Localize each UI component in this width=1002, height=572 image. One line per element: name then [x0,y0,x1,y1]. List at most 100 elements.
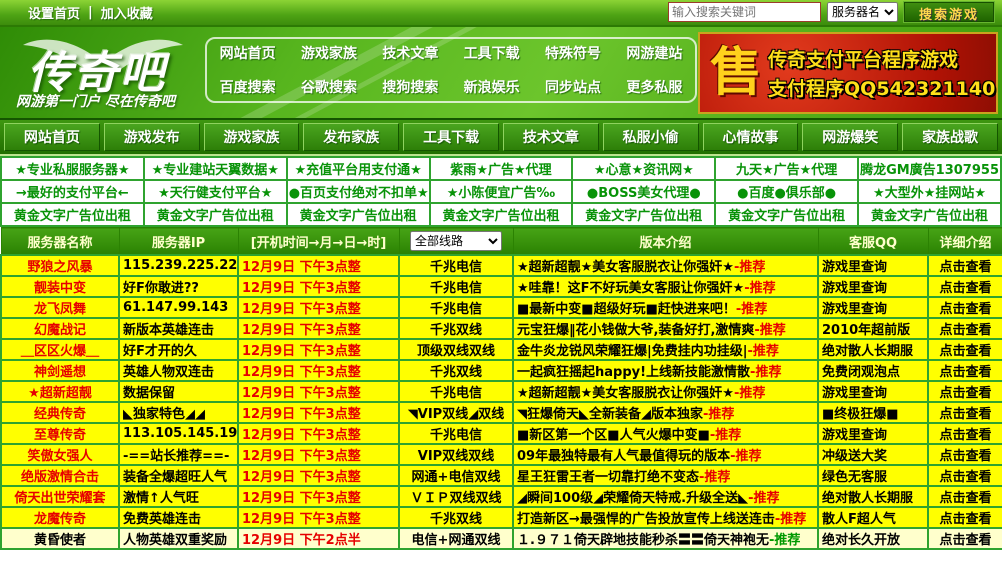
ad-link-cell[interactable]: 黄金文字广告位出租 [715,203,858,226]
main-nav-item[interactable]: 网站首页 [4,123,100,151]
server-name-link[interactable]: 幻魔战记 [1,318,119,339]
main-nav-item[interactable]: 家族战歌 [902,123,998,151]
ad-link-cell[interactable]: →最好的支付平台← [1,180,144,203]
main-nav-item[interactable]: 技术文章 [503,123,599,151]
header-nav-link[interactable]: 百度搜索 [207,77,288,97]
header-nav-link[interactable]: 网站首页 [207,43,288,63]
main-nav-item[interactable]: 游戏发布 [104,123,200,151]
main-nav-item[interactable]: 心情故事 [703,123,799,151]
ad-link-cell[interactable]: ★大型外★挂网站★ [858,180,1001,203]
main-nav-item[interactable]: 发布家族 [303,123,399,151]
detail-link[interactable]: 点击查看 [928,360,1002,381]
detail-link[interactable]: 点击查看 [928,444,1002,465]
version-desc-link[interactable]: 星王狂雷王者一切靠打绝不变态-推荐 [513,465,818,486]
open-time: 12月9日 下午2点半 [238,528,399,549]
header-nav-link[interactable]: 特殊符号 [532,43,613,63]
header-nav-link[interactable]: 搜狗搜索 [370,77,451,97]
ad-link-cell[interactable]: 九天★广告★代理 [715,157,858,180]
detail-link[interactable]: 点击查看 [928,465,1002,486]
main-nav-item[interactable]: 游戏家族 [204,123,300,151]
server-ip: -==站长推荐==- [119,444,238,465]
ad-link-cell[interactable]: 黄金文字广告位出租 [858,203,1001,226]
ad-link-cell[interactable]: ★小陈便宜广告‰ [430,180,573,203]
server-name-link[interactable]: ＿区区火爆＿ [1,339,119,360]
version-desc-link[interactable]: １.９７１倚天辟地技能秒杀〓〓倚天神袍无-推荐 [513,528,818,549]
payment-ad-banner[interactable]: 售 传奇支付平台程序游戏 支付程序QQ542321140 [698,32,998,114]
server-name-link[interactable]: 龙飞凤舞 [1,297,119,318]
line-filter-select[interactable]: 全部线路 [410,231,502,251]
ad-link-cell[interactable]: 黄金文字广告位出租 [287,203,430,226]
header-nav-link[interactable]: 技术文章 [370,43,451,63]
detail-link[interactable]: 点击查看 [928,276,1002,297]
ad-link-cell[interactable]: ★专业私服服务器★ [1,157,144,180]
main-nav-item[interactable]: 网游爆笑 [802,123,898,151]
detail-link[interactable]: 点击查看 [928,423,1002,444]
version-desc-link[interactable]: ■新区第一个区■人气火爆中变■-推荐 [513,423,818,444]
ad-link-cell[interactable]: 紫雨★广告★代理 [430,157,573,180]
ad-grid-row: →最好的支付平台←★天行健支付平台★●百页支付绝对不扣单★★小陈便宜广告‰●BO… [1,180,1001,203]
version-desc-link[interactable]: 金牛炎龙锐风荣耀狂爆|免费挂内功挂级|-推荐 [513,339,818,360]
recommend-tag: -推荐 [699,470,730,485]
server-name-link[interactable]: 经典传奇 [1,402,119,423]
header-nav-link[interactable]: 更多私服 [614,77,695,97]
detail-link[interactable]: 点击查看 [928,381,1002,402]
main-nav-item[interactable]: 私服小偷 [603,123,699,151]
server-name-link[interactable]: 靓装中变 [1,276,119,297]
ad-link-cell[interactable]: 黄金文字广告位出租 [430,203,573,226]
server-name-link[interactable]: ★超新超靓 [1,381,119,402]
ad-link-cell[interactable]: 黄金文字广告位出租 [572,203,715,226]
header-nav-link[interactable]: 谷歌搜索 [288,77,369,97]
detail-link[interactable]: 点击查看 [928,318,1002,339]
ad-link-cell[interactable]: ★天行健支付平台★ [144,180,287,203]
ad-link-cell[interactable]: ●百页支付绝对不扣单★ [287,180,430,203]
search-game-button[interactable]: 搜索游戏 [904,2,994,22]
header-nav-link[interactable]: 游戏家族 [288,43,369,63]
server-name-link[interactable]: 黄昏使者 [1,528,119,549]
ad-link-cell[interactable]: 腾龙GM廣告130795554 [858,157,1001,180]
add-favorite-link[interactable]: 加入收藏 [101,3,153,22]
server-name-link[interactable]: 倚天出世荣耀套 [1,486,119,507]
ad-link-cell[interactable]: ★充值平台用支付通★ [287,157,430,180]
ad-link-cell[interactable]: ★心意★资讯网★ [572,157,715,180]
ad-link-cell[interactable]: ●BOSS美女代理● [572,180,715,203]
version-desc-link[interactable]: 一起疯狂摇起happy!上线新技能激情散-推荐 [513,360,818,381]
header-nav-link[interactable]: 网游建站 [614,43,695,63]
version-desc-link[interactable]: ★超新超靓★美女客服脱衣让你强奸★-推荐 [513,381,818,402]
ad-grid-body: ★专业私服服务器★★专业建站天翼数据★★充值平台用支付通★紫雨★广告★代理★心意… [1,157,1001,226]
ad-link-cell[interactable]: 黄金文字广告位出租 [144,203,287,226]
version-desc-link[interactable]: ★超新超靓★美女客服脱衣让你强奸★-推荐 [513,255,818,276]
search-category-select[interactable]: 服务器名 [827,2,898,22]
detail-link[interactable]: 点击查看 [928,297,1002,318]
server-name-link[interactable]: 至尊传奇 [1,423,119,444]
header-nav-link[interactable]: 工具下载 [451,43,532,63]
server-name-link[interactable]: 野狼之风暴 [1,255,119,276]
version-desc-link[interactable]: ★哇靠！这F不好玩美女客服让你强奸★-推荐 [513,276,818,297]
qq-info: 2010年超前版 [818,318,928,339]
ad-link-cell[interactable]: 黄金文字广告位出租 [1,203,144,226]
ad-link-cell[interactable]: ●百度●俱乐部● [715,180,858,203]
header-nav-link[interactable]: 新浪娱乐 [451,77,532,97]
header-nav-link[interactable]: 同步站点 [532,77,613,97]
detail-link[interactable]: 点击查看 [928,507,1002,528]
detail-link[interactable]: 点击查看 [928,255,1002,276]
set-homepage-link[interactable]: 设置首页 [28,3,80,22]
detail-link[interactable]: 点击查看 [928,486,1002,507]
search-input[interactable] [668,2,821,22]
detail-link[interactable]: 点击查看 [928,528,1002,549]
ad-link-cell[interactable]: ★专业建站天翼数据★ [144,157,287,180]
open-time: 12月9日 下午3点整 [238,402,399,423]
version-desc-link[interactable]: ■最新中变■超级好玩■赶快进来吧！-推荐 [513,297,818,318]
server-name-link[interactable]: 神剑遥想 [1,360,119,381]
logo[interactable]: 传奇吧 网游第一门户 尽在传奇吧 [10,29,200,117]
detail-link[interactable]: 点击查看 [928,339,1002,360]
server-name-link[interactable]: 绝版激情合击 [1,465,119,486]
version-desc-link[interactable]: 元宝狂爆‖花小钱做大爷,装备好打,激情爽-推荐 [513,318,818,339]
version-desc-link[interactable]: 打造新区→最强悍的广告投放宣传上线送连击-推荐 [513,507,818,528]
version-desc-link[interactable]: ◢瞬间100级◢荣耀倚天特戒.升级全送◣-推荐 [513,486,818,507]
server-name-link[interactable]: 龙魔传奇 [1,507,119,528]
version-desc-link[interactable]: 09年最独特最有人气最值得玩的版本-推荐 [513,444,818,465]
server-name-link[interactable]: 笑傲女强人 [1,444,119,465]
version-desc-link[interactable]: ◥狂爆倚天◣全新装备◢版本独家-推荐 [513,402,818,423]
main-nav-item[interactable]: 工具下载 [403,123,499,151]
detail-link[interactable]: 点击查看 [928,402,1002,423]
